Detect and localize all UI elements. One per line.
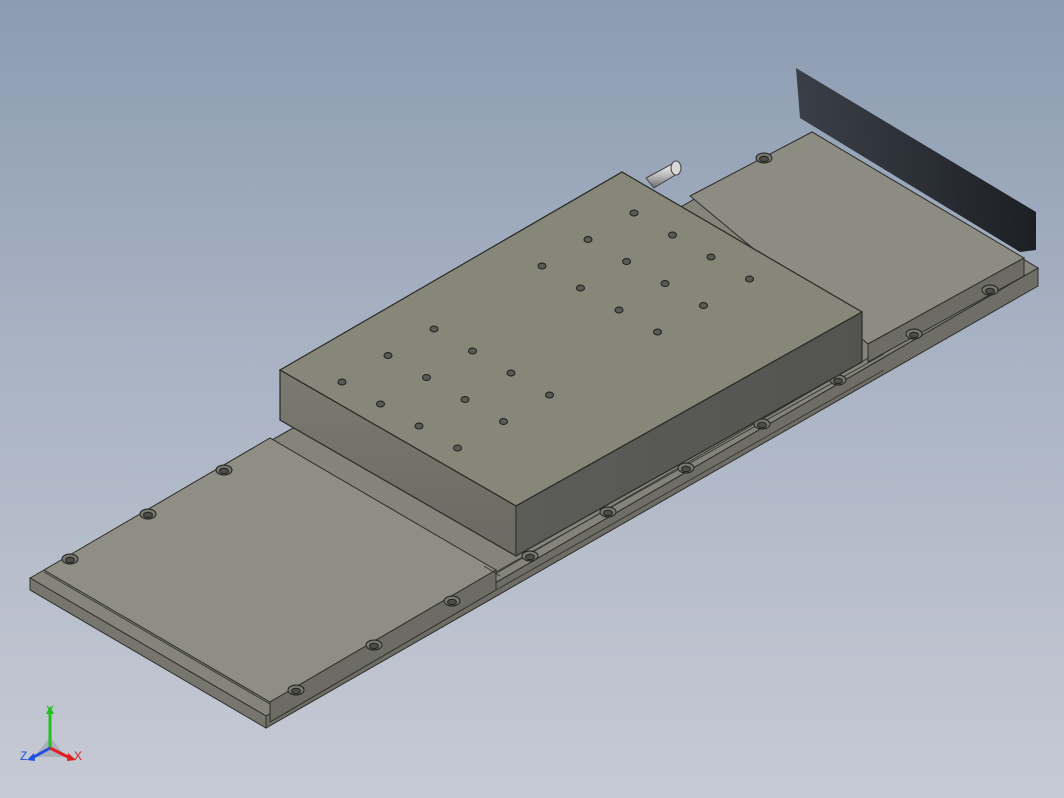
carriage-hole xyxy=(660,280,670,287)
carriage-hole xyxy=(414,422,424,430)
counterbore-hole xyxy=(61,553,79,565)
carriage-hole xyxy=(376,400,385,408)
y-axis-label: Y xyxy=(46,703,54,717)
orientation-triad[interactable]: Y X Z xyxy=(18,702,88,772)
carriage-hole xyxy=(337,378,347,386)
carriage-hole xyxy=(422,374,431,381)
counterbore-hole xyxy=(215,464,233,476)
carriage-hole xyxy=(537,262,547,270)
carriage-hole xyxy=(653,328,662,336)
carriage-hole xyxy=(499,418,508,425)
carriage-hole xyxy=(699,302,708,309)
carriage-hole xyxy=(460,396,470,403)
motor-shaft[interactable] xyxy=(645,160,682,189)
carriage-hole xyxy=(545,391,554,399)
counterbore-hole xyxy=(755,152,773,164)
carriage-hole xyxy=(468,347,477,355)
linear-stage-model[interactable] xyxy=(0,0,1064,798)
carriage-hole xyxy=(506,369,516,377)
counterbore-hole xyxy=(521,550,539,562)
carriage-hole xyxy=(583,236,593,243)
counterbore-hole xyxy=(139,508,157,520)
counterbore-hole xyxy=(599,506,617,518)
z-axis-label: Z xyxy=(20,749,27,763)
carriage-hole xyxy=(453,444,462,452)
carriage-hole xyxy=(745,275,754,283)
z-axis-arrowhead xyxy=(27,753,35,761)
counterbore-hole xyxy=(905,328,923,340)
counterbore-hole xyxy=(365,639,383,651)
counterbore-hole xyxy=(287,684,305,696)
carriage-hole xyxy=(668,231,677,239)
carriage-hole xyxy=(576,284,585,292)
carriage-hole xyxy=(622,258,631,265)
carriage-hole xyxy=(383,352,393,359)
cad-3d-viewport[interactable]: Y X Z xyxy=(0,0,1064,798)
carriage-hole xyxy=(614,306,624,314)
carriage-hole xyxy=(629,209,639,217)
counterbore-hole xyxy=(443,595,461,607)
carriage-hole xyxy=(706,253,716,261)
x-axis-label: X xyxy=(74,749,82,763)
carriage-hole xyxy=(429,325,439,333)
counterbore-hole xyxy=(981,284,999,296)
